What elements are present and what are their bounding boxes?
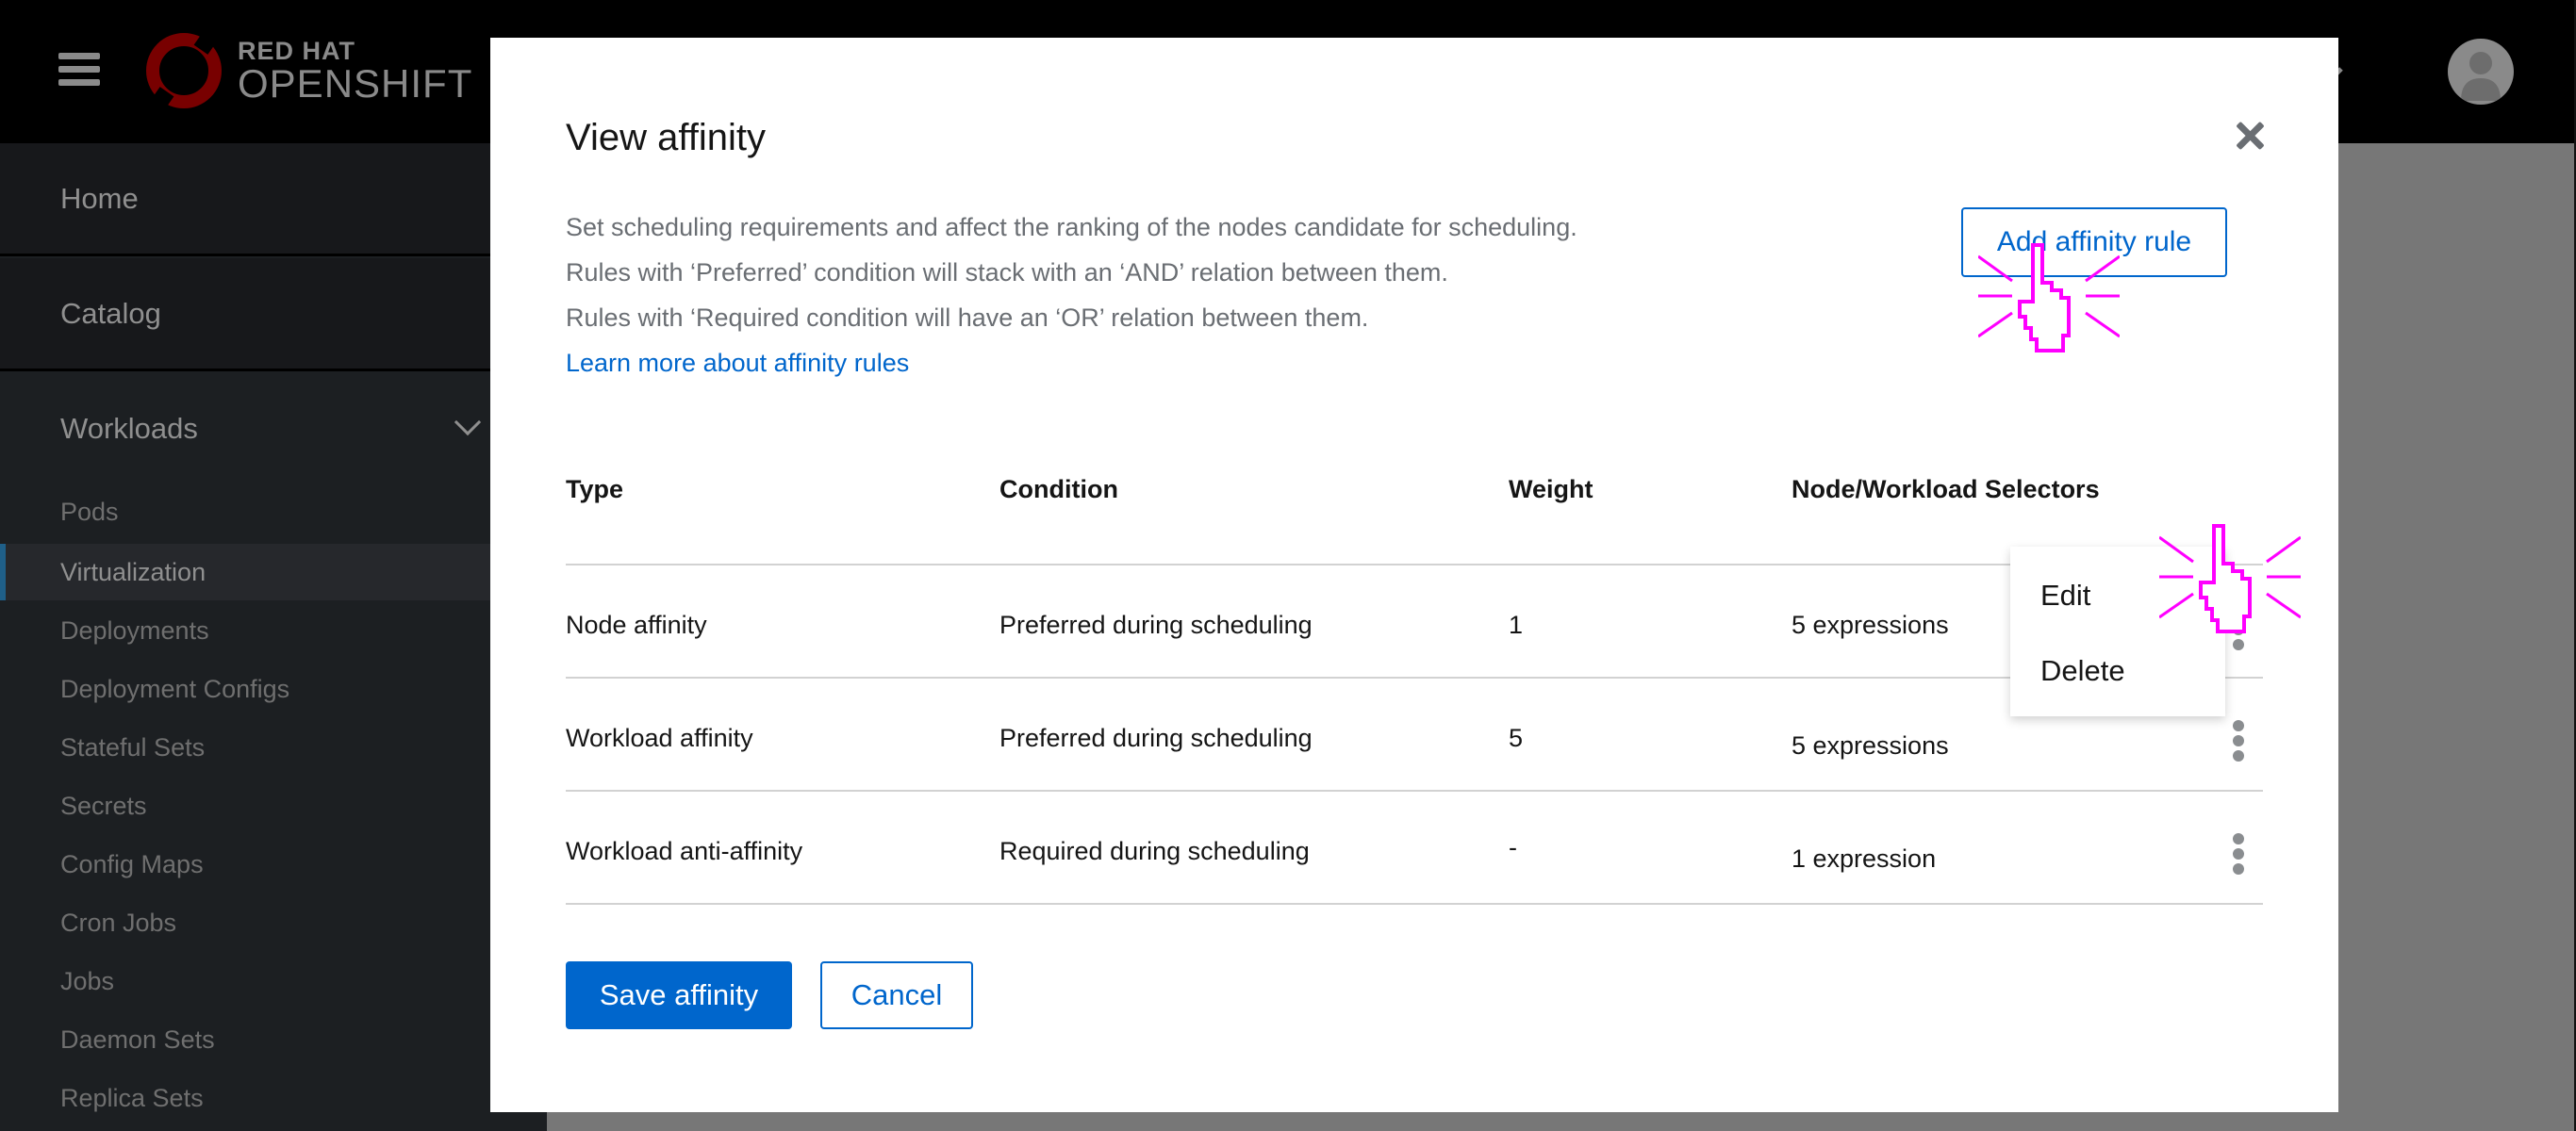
cell-weight: 5 [1509, 724, 1524, 752]
sidebar-item-label: Jobs [60, 966, 115, 995]
column-header-condition: Condition [999, 475, 1118, 503]
column-header-type: Type [566, 475, 624, 503]
close-icon[interactable] [2233, 119, 2267, 153]
cell-type: Workload anti-affinity [566, 837, 803, 865]
cell-type: Workload affinity [566, 724, 753, 752]
sidebar-item-label: Home [60, 181, 139, 215]
sidebar-item-config-maps[interactable]: Config Maps [0, 836, 547, 893]
add-affinity-rule-button[interactable]: Add affinity rule [1961, 207, 2227, 277]
cell-type: Node affinity [566, 611, 707, 639]
row-divider [566, 564, 2263, 566]
cell-condition: Preferred during scheduling [999, 724, 1313, 752]
sidebar-item-label: Deployments [60, 615, 209, 645]
cancel-button[interactable]: Cancel [820, 961, 973, 1029]
row-actions-menu: Edit Delete [2010, 547, 2225, 716]
sidebar-item-label: Deployment Configs [60, 674, 290, 703]
openshift-logo[interactable]: RED HAT OPENSHIFT [141, 28, 472, 113]
hamburger-menu-icon[interactable] [58, 53, 100, 90]
row-divider [566, 677, 2263, 679]
sidebar-item-daemon-sets[interactable]: Daemon Sets [0, 1011, 547, 1068]
cell-weight: 1 [1509, 611, 1524, 639]
menu-item-delete[interactable]: Delete [2040, 654, 2125, 688]
sidebar-section-label: Workloads [60, 412, 198, 445]
sidebar-item-catalog[interactable]: Catalog [0, 258, 547, 371]
row-divider [566, 790, 2263, 792]
row-divider [566, 903, 2263, 905]
brand-line2: OPENSHIFT [238, 60, 473, 106]
cell-weight: - [1509, 833, 1517, 861]
sidebar-section-workloads[interactable]: Workloads [0, 377, 547, 481]
sidebar-item-replica-sets[interactable]: Replica Sets [0, 1070, 547, 1126]
sidebar-item-label: Virtualization [60, 557, 206, 586]
user-avatar-icon [2461, 52, 2501, 101]
column-header-weight: Weight [1509, 475, 1593, 503]
description-line: Rules with ‘Required condition will have… [566, 303, 1369, 332]
sidebar-item-deployments[interactable]: Deployments [0, 602, 547, 659]
description-line: Set scheduling requirements and affect t… [566, 213, 1577, 241]
sidebar-item-label: Replica Sets [60, 1083, 204, 1112]
menu-item-edit[interactable]: Edit [2040, 579, 2090, 613]
sidebar-item-pods[interactable]: Pods [0, 484, 547, 540]
sidebar: Home Catalog Workloads Pods Virtualizati… [0, 143, 547, 1131]
column-header-selectors: Node/Workload Selectors [1792, 475, 2100, 503]
sidebar-item-secrets[interactable]: Secrets [0, 778, 547, 834]
cell-selectors: 1 expression [1792, 844, 1937, 873]
sidebar-item-jobs[interactable]: Jobs [0, 953, 547, 1009]
sidebar-item-stateful-sets[interactable]: Stateful Sets [0, 719, 547, 776]
cell-condition: Preferred during scheduling [999, 611, 1313, 639]
sidebar-item-label: Daemon Sets [60, 1024, 215, 1054]
sidebar-item-label: Catalog [60, 296, 161, 330]
sidebar-item-cron-jobs[interactable]: Cron Jobs [0, 894, 547, 951]
kebab-menu-icon[interactable] [2233, 720, 2246, 762]
description-line: Rules with ‘Preferred’ condition will st… [566, 258, 1448, 287]
cell-selectors: 5 expressions [1792, 611, 1949, 639]
sidebar-item-label: Pods [60, 497, 119, 526]
cell-condition: Required during scheduling [999, 837, 1310, 865]
save-affinity-button[interactable]: Save affinity [566, 961, 792, 1029]
sidebar-item-label: Cron Jobs [60, 908, 177, 937]
sidebar-item-virtualization[interactable]: Virtualization [0, 544, 547, 600]
cell-selectors: 5 expressions [1792, 731, 1949, 760]
view-affinity-modal: View affinity Set scheduling requirement… [490, 38, 2338, 1112]
chevron-down-icon [454, 408, 482, 436]
openshift-logo-icon [146, 33, 222, 108]
brand-line1: RED HAT [238, 36, 355, 65]
sidebar-item-label: Stateful Sets [60, 732, 206, 762]
sidebar-item-label: Config Maps [60, 849, 204, 878]
avatar[interactable] [2448, 39, 2514, 105]
sidebar-item-label: Secrets [60, 791, 147, 820]
kebab-menu-icon[interactable] [2233, 609, 2246, 650]
modal-title: View affinity [566, 117, 766, 158]
kebab-menu-icon[interactable] [2233, 833, 2246, 875]
sidebar-item-home[interactable]: Home [0, 143, 547, 256]
learn-more-link[interactable]: Learn more about affinity rules [566, 349, 909, 378]
sidebar-item-deployment-configs[interactable]: Deployment Configs [0, 661, 547, 717]
